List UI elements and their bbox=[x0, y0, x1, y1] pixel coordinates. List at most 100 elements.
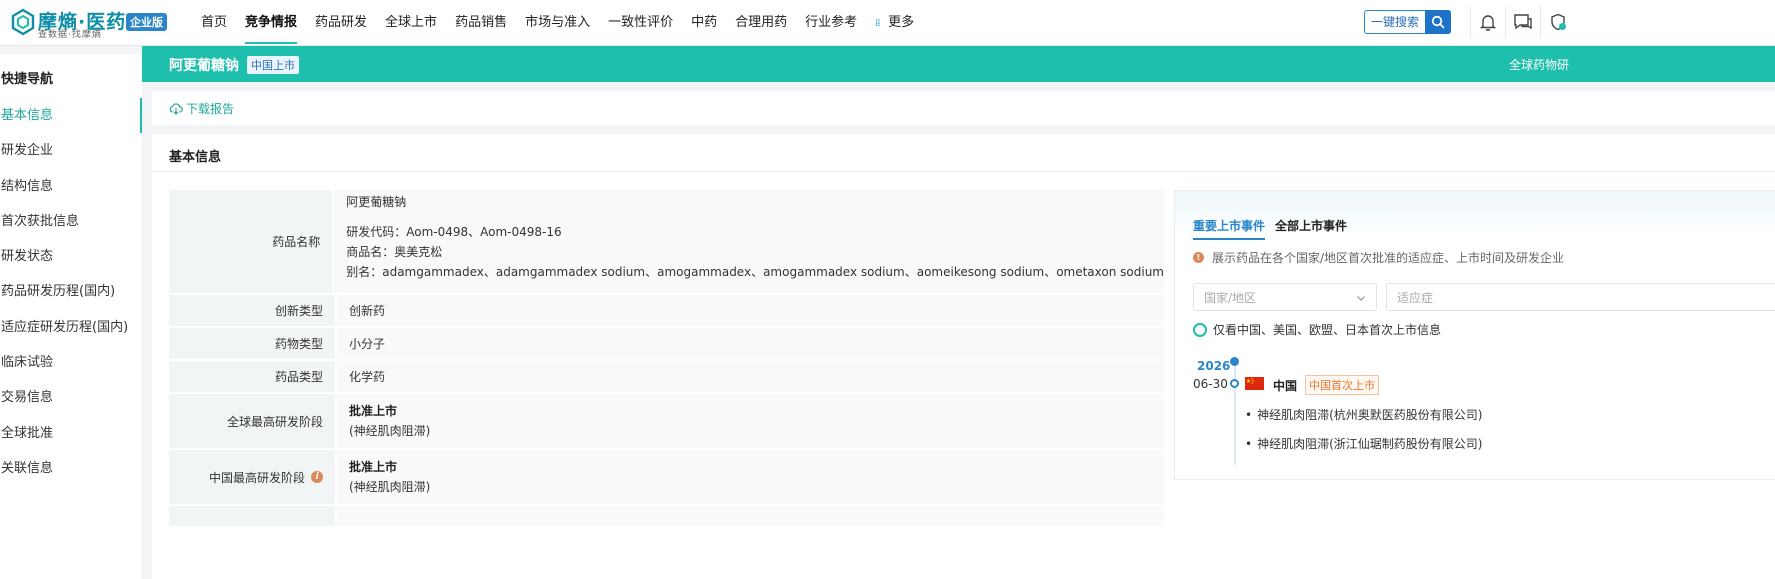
message-button[interactable] bbox=[1505, 6, 1540, 38]
main-nav: 首页 竞争情报 药品研发 全球上市 药品销售 市场与准入 一致性评价 中药 合理… bbox=[201, 0, 932, 45]
edition-badge: 企业版 bbox=[126, 13, 167, 31]
china-stage-value[interactable]: 批准上市 bbox=[349, 457, 1164, 477]
info-row-global-stage: 全球最高研发阶段 批准上市 (神经肌肉阻滞) bbox=[169, 394, 1164, 448]
china-stage-note: (神经肌肉阻滞) bbox=[349, 480, 431, 494]
nav-item-drug-rd[interactable]: 药品研发 bbox=[315, 0, 367, 45]
sidebar-item-first-approval[interactable]: 首次获批信息 bbox=[0, 204, 142, 239]
chevron-down-icon bbox=[1357, 296, 1365, 301]
search-input[interactable]: 一键搜索 bbox=[1364, 10, 1425, 34]
tab-all-events[interactable]: 全部上市事件 bbox=[1275, 217, 1347, 234]
timeline-year: 2026 bbox=[1197, 359, 1231, 373]
info-row-drug-name: 药品名称 阿更葡糖钠 研发代码：Aom-0498、Aom-0498-16 商品名… bbox=[169, 190, 1164, 293]
basic-info-table: 药品名称 阿更葡糖钠 研发代码：Aom-0498、Aom-0498-16 商品名… bbox=[169, 190, 1164, 528]
sidebar-item-structure[interactable]: 结构信息 bbox=[0, 169, 142, 204]
info-label: 全球最高研发阶段 bbox=[169, 394, 335, 448]
logo-icon bbox=[11, 8, 35, 36]
sidebar-item-rd-company[interactable]: 研发企业 bbox=[0, 133, 142, 168]
timeline-country: 中国 bbox=[1273, 379, 1298, 393]
country-select-placeholder: 国家/地区 bbox=[1204, 291, 1257, 305]
info-value: 阿更葡糖钠 研发代码：Aom-0498、Aom-0498-16 商品名：奥美克松… bbox=[334, 190, 1164, 293]
global-rd-link[interactable]: 全球药物研 bbox=[1509, 56, 1569, 73]
drug-type-value: 化学药 bbox=[349, 369, 386, 384]
major-markets-toggle[interactable]: 仅看中国、美国、欧盟、日本首次上市信息 bbox=[1193, 321, 1441, 338]
drug-title: 阿更葡糖钠 bbox=[169, 58, 239, 74]
download-report-label: 下载报告 bbox=[186, 102, 235, 116]
info-label: 药品类型 bbox=[169, 361, 335, 392]
china-stage-label: 中国最高研发阶段 bbox=[208, 470, 305, 485]
info-row-china-stage: 中国最高研发阶段 i 批准上市 (神经肌肉阻滞) bbox=[169, 450, 1164, 504]
sidebar-item-rd-history[interactable]: 药品研发历程(国内) bbox=[0, 274, 142, 309]
cloud-download-icon bbox=[169, 102, 183, 115]
nav-item-tcm[interactable]: 中药 bbox=[691, 0, 717, 45]
molecule-value: 小分子 bbox=[349, 336, 386, 351]
sidebar-item-transactions[interactable]: 交易信息 bbox=[0, 380, 142, 415]
section-title: 基本信息 bbox=[169, 150, 222, 165]
nav-item-market-access[interactable]: 市场与准入 bbox=[525, 0, 590, 45]
top-navbar: 摩熵·医药 查数据·找摩熵 企业版 首页 竞争情报 药品研发 全球上市 药品销售… bbox=[0, 0, 1775, 46]
first-launch-badge: 中国首次上市 bbox=[1305, 375, 1379, 395]
nav-more-label: 更多 bbox=[888, 15, 915, 30]
china-flag-icon bbox=[1245, 377, 1264, 390]
top-icon-group bbox=[1470, 6, 1575, 38]
download-bar: 下载报告 bbox=[152, 91, 1775, 125]
info-value: 化学药 bbox=[337, 361, 1164, 392]
sidebar-item-indication-history[interactable]: 适应症研发历程(国内) bbox=[0, 310, 142, 345]
indication-select[interactable]: 适应症 bbox=[1386, 283, 1775, 311]
download-report-button[interactable]: 下载报告 bbox=[169, 100, 234, 117]
security-button[interactable] bbox=[1540, 6, 1575, 38]
nav-item-global-launch[interactable]: 全球上市 bbox=[385, 0, 437, 45]
nav-item-consistency[interactable]: 一致性评价 bbox=[608, 0, 673, 45]
nav-item-industry[interactable]: 行业参考 bbox=[805, 0, 857, 45]
timeline-date: 06-30 bbox=[1193, 377, 1228, 391]
radio-ring-icon bbox=[1193, 322, 1207, 337]
indication-select-placeholder: 适应症 bbox=[1397, 291, 1434, 305]
sidebar-item-clinical-trials[interactable]: 临床试验 bbox=[0, 345, 142, 380]
nav-item-drug-sales[interactable]: 药品销售 bbox=[455, 0, 507, 45]
country-select[interactable]: 国家/地区 bbox=[1193, 283, 1377, 311]
chat-icon bbox=[1514, 14, 1532, 30]
drug-cn-name: 阿更葡糖钠 bbox=[346, 195, 407, 209]
sidebar-title: 快捷导航 bbox=[1, 72, 54, 87]
sidebar-item-related-info[interactable]: 关联信息 bbox=[0, 451, 142, 486]
info-label: 药品名称 bbox=[169, 190, 333, 293]
timeline-item[interactable]: 神经肌肉阻滞(杭州奥默医药股份有限公司) bbox=[1245, 406, 1482, 423]
search-icon bbox=[1431, 15, 1445, 29]
nav-item-competitive-intel[interactable]: 竞争情报 bbox=[245, 0, 298, 45]
info-label bbox=[169, 506, 335, 526]
notification-button[interactable] bbox=[1470, 6, 1505, 38]
info-value: 批准上市 (神经肌肉阻滞) bbox=[337, 450, 1164, 504]
timeline-line bbox=[1234, 361, 1236, 465]
nav-item-more[interactable]: ⁞⁞ 更多 bbox=[875, 0, 914, 45]
info-row-innovation: 创新类型 创新药 bbox=[169, 295, 1164, 326]
info-row-drug-type: 药品类型 化学药 bbox=[169, 361, 1164, 392]
search-button[interactable] bbox=[1425, 10, 1451, 34]
trade-name: 商品名：奥美克松 bbox=[346, 245, 443, 259]
timeline-item[interactable]: 神经肌肉阻滞(浙江仙琚制药股份有限公司) bbox=[1245, 435, 1482, 452]
info-label: 药物类型 bbox=[169, 328, 335, 359]
drug-header-bar: 阿更葡糖钠 中国上市 全球药物研 bbox=[142, 46, 1775, 82]
info-row-partial bbox=[169, 506, 1164, 526]
info-icon[interactable]: i bbox=[311, 471, 323, 483]
brand-tagline: 查数据·找摩熵 bbox=[38, 30, 102, 40]
global-stage-value[interactable]: 批准上市 bbox=[349, 401, 1164, 421]
info-label: 中国最高研发阶段 i bbox=[169, 450, 335, 504]
info-label: 创新类型 bbox=[169, 295, 335, 326]
tab-key-events[interactable]: 重要上市事件 bbox=[1193, 217, 1266, 240]
nav-item-rational-use[interactable]: 合理用药 bbox=[735, 0, 787, 45]
info-value: 批准上市 (神经肌肉阻滞) bbox=[337, 394, 1164, 448]
innovation-value: 创新药 bbox=[349, 303, 386, 318]
info-value: 小分子 bbox=[337, 328, 1164, 359]
sidebar-item-basic-info[interactable]: 基本信息 bbox=[0, 98, 142, 134]
timeline-event-dot bbox=[1230, 379, 1239, 388]
info-value bbox=[337, 506, 1164, 526]
rd-code: 研发代码：Aom-0498、Aom-0498-16 bbox=[346, 225, 562, 239]
global-stage-note: (神经肌肉阻滞) bbox=[349, 424, 431, 438]
nav-item-home[interactable]: 首页 bbox=[201, 0, 227, 45]
drug-status-badge: 中国上市 bbox=[247, 56, 299, 74]
aliases: 别名：adamgammadex、adamgammadex sodium、amog… bbox=[346, 265, 1164, 279]
section-divider bbox=[152, 171, 1775, 172]
sidebar-item-global-approval[interactable]: 全球批准 bbox=[0, 416, 142, 451]
sidebar-item-rd-status[interactable]: 研发状态 bbox=[0, 239, 142, 274]
info-row-molecule: 药物类型 小分子 bbox=[169, 328, 1164, 359]
bell-icon bbox=[1479, 15, 1497, 31]
